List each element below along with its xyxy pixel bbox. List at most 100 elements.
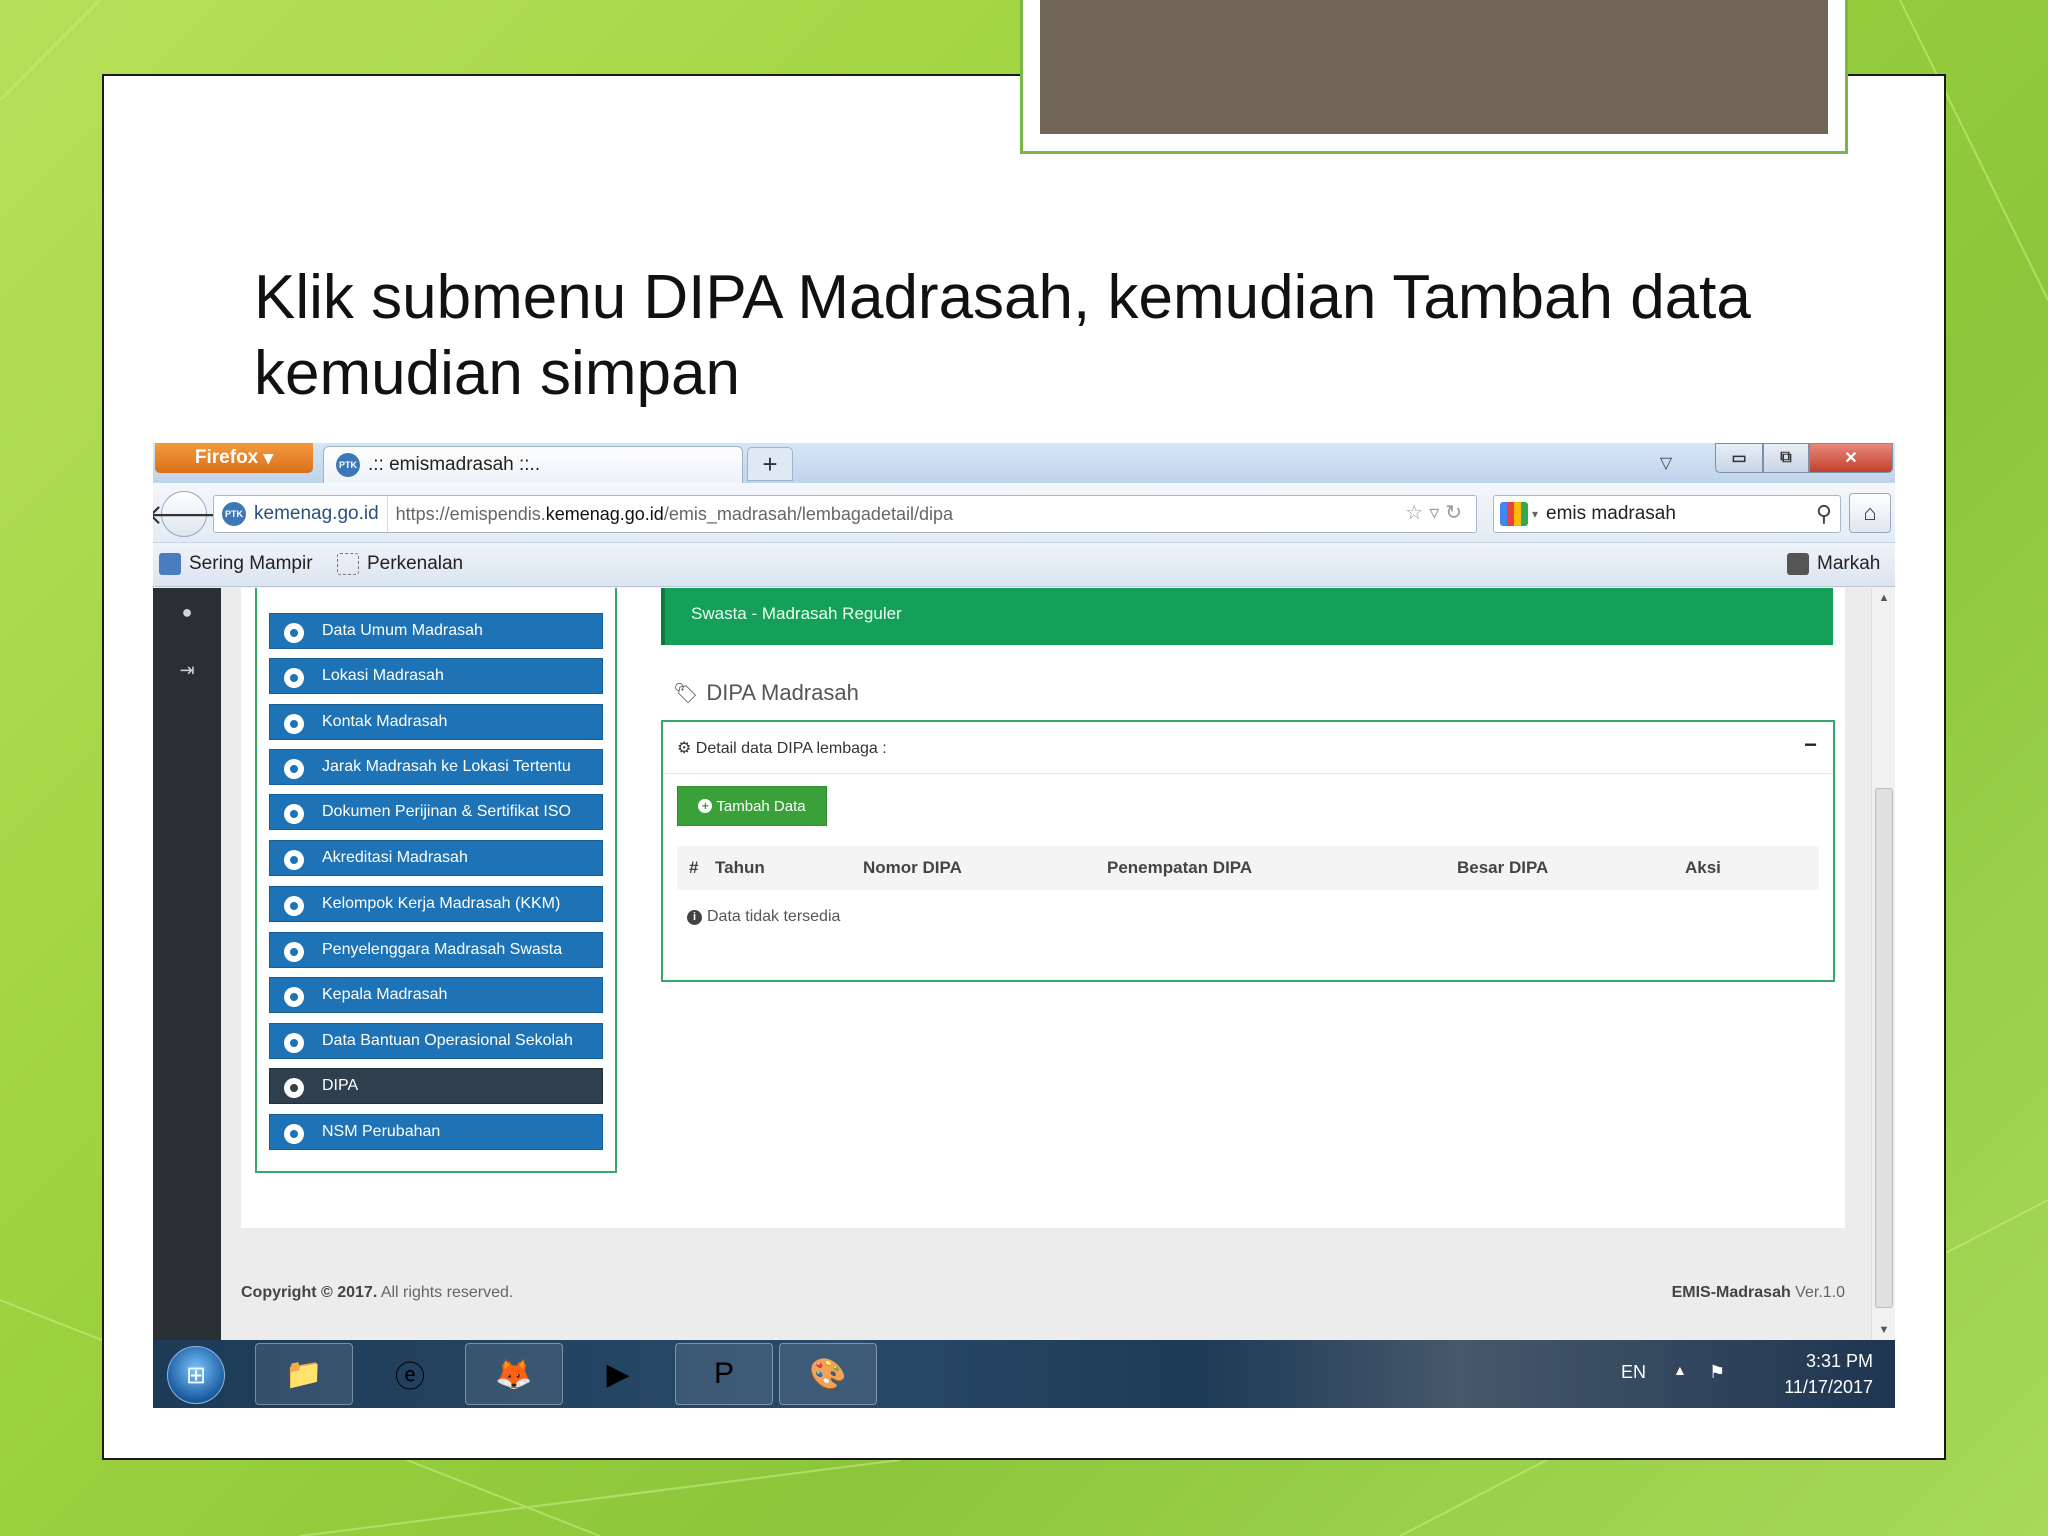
submenu-dokumen-perijinan[interactable]: Dokumen Perijinan & Sertifikat ISO bbox=[269, 794, 603, 830]
site-identity[interactable]: PTK kemenag.go.id bbox=[214, 496, 388, 532]
submenu-jarak-madrasah[interactable]: Jarak Madrasah ke Lokasi Tertentu bbox=[269, 749, 603, 785]
submenu-kepala-madrasah[interactable]: Kepala Madrasah bbox=[269, 977, 603, 1013]
bullet-icon bbox=[284, 759, 304, 779]
menu-label: Lokasi Madrasah bbox=[322, 667, 444, 684]
bookmark-sering-mampir[interactable]: Sering Mampir bbox=[159, 553, 313, 575]
bullet-icon bbox=[284, 1078, 304, 1098]
page-icon bbox=[337, 553, 359, 575]
submenu-data-umum-madrasah[interactable]: Data Umum Madrasah bbox=[269, 613, 603, 649]
search-icon[interactable]: ⚲ bbox=[1816, 501, 1832, 527]
submenu-nsm-perubahan[interactable]: NSM Perubahan bbox=[269, 1114, 603, 1150]
detail-header: ⚙ Detail data DIPA lembaga : − bbox=[663, 722, 1833, 774]
scroll-thumb[interactable] bbox=[1875, 788, 1893, 1308]
explorer-taskbar-icon[interactable]: 📁 bbox=[255, 1343, 353, 1405]
copyright-bold: Copyright © 2017. bbox=[241, 1284, 378, 1301]
col-nomor-dipa: Nomor DIPA bbox=[863, 858, 962, 877]
action-center-flag-icon[interactable]: ⚑ bbox=[1709, 1362, 1725, 1383]
bookmark-label: Perkenalan bbox=[367, 553, 464, 574]
bookmark-label: Sering Mampir bbox=[189, 553, 313, 574]
tab-bar: Firefox ▾ PTK .:: emismadrasah ::.. + ▽ … bbox=[153, 443, 1895, 483]
status-banner: Swasta - Madrasah Reguler bbox=[661, 588, 1833, 645]
paint-taskbar-icon[interactable]: 🎨 bbox=[779, 1343, 877, 1405]
start-button-icon[interactable]: ⊞ bbox=[167, 1346, 225, 1404]
copyright-rest: All rights reserved. bbox=[377, 1284, 514, 1301]
url-text[interactable]: https://emispendis.kemenag.go.id/emis_ma… bbox=[388, 504, 953, 525]
url-path: /emis_madrasah/lembagadetail/dipa bbox=[663, 503, 953, 524]
col-besar-dipa: Besar DIPA bbox=[1457, 858, 1549, 877]
menu-label: Jarak Madrasah ke Lokasi Tertentu bbox=[322, 758, 571, 775]
submenu-akreditasi-madrasah[interactable]: Akreditasi Madrasah bbox=[269, 840, 603, 876]
navigation-bar: 🡐 PTK kemenag.go.id https://emispendis.k… bbox=[153, 483, 1895, 543]
submenu-penyelenggara[interactable]: Penyelenggara Madrasah Swasta bbox=[269, 932, 603, 968]
menu-label: Data Bantuan Operasional Sekolah bbox=[322, 1032, 573, 1049]
tray-expand-icon[interactable]: ▲ bbox=[1673, 1362, 1687, 1378]
left-sidebar-rail: ● ⇥ bbox=[153, 588, 221, 1340]
menu-label: Data Umum Madrasah bbox=[322, 622, 483, 639]
url-domain: kemenag.go.id bbox=[545, 503, 664, 524]
powerpoint-taskbar-icon[interactable]: P bbox=[675, 1343, 773, 1405]
empty-message: Data tidak tersedia bbox=[707, 908, 841, 925]
google-logo-icon[interactable] bbox=[1500, 502, 1528, 526]
search-input[interactable]: emis madrasah bbox=[1546, 503, 1676, 525]
submenu-dipa[interactable]: DIPA bbox=[269, 1068, 603, 1104]
bullet-icon bbox=[284, 804, 304, 824]
firefox-taskbar-icon[interactable]: 🦊 bbox=[465, 1343, 563, 1405]
bookmark-perkenalan[interactable]: Perkenalan bbox=[337, 553, 463, 575]
bookmark-star-icon[interactable]: ☆▿↻ bbox=[1405, 500, 1468, 525]
url-bar[interactable]: PTK kemenag.go.id https://emispendis.kem… bbox=[213, 495, 1477, 533]
app-version: Ver.1.0 bbox=[1790, 1284, 1845, 1301]
tab-title: .:: emismadrasah ::.. bbox=[368, 454, 541, 475]
info-icon: i bbox=[687, 909, 702, 925]
submenu-kkm[interactable]: Kelompok Kerja Madrasah (KKM) bbox=[269, 886, 603, 922]
bullet-icon bbox=[284, 896, 304, 916]
home-icon[interactable]: ⌂ bbox=[1849, 493, 1891, 533]
identity-label: kemenag.go.id bbox=[254, 503, 379, 524]
plus-circle-icon: + bbox=[698, 799, 713, 813]
scroll-down-icon[interactable]: ▼ bbox=[1872, 1320, 1895, 1340]
user-icon[interactable]: ● bbox=[175, 600, 199, 624]
menu-label: Akreditasi Madrasah bbox=[322, 849, 468, 866]
add-button-label: Tambah Data bbox=[716, 797, 806, 815]
bullet-icon bbox=[284, 1124, 304, 1144]
tab-list-icon[interactable]: ▽ bbox=[1651, 449, 1681, 477]
page-scrollbar[interactable]: ▲ ▼ bbox=[1871, 588, 1895, 1340]
taskbar-clock[interactable]: 3:31 PM 11/17/2017 bbox=[1753, 1348, 1873, 1400]
empty-table-row: i Data tidak tersedia bbox=[687, 908, 840, 926]
version-text: EMIS-Madrasah Ver.1.0 bbox=[1672, 1284, 1845, 1302]
menu-label: Penyelenggara Madrasah Swasta bbox=[322, 941, 563, 958]
submenu-lokasi-madrasah[interactable]: Lokasi Madrasah bbox=[269, 658, 603, 694]
close-window-button[interactable]: ✕ bbox=[1809, 443, 1893, 473]
app-name: EMIS-Madrasah bbox=[1671, 1284, 1791, 1301]
browser-screenshot: Firefox ▾ PTK .:: emismadrasah ::.. + ▽ … bbox=[153, 443, 1895, 1408]
clock-date: 11/17/2017 bbox=[1784, 1377, 1873, 1397]
menu-label: NSM Perubahan bbox=[322, 1123, 441, 1140]
tambah-data-button[interactable]: + Tambah Data bbox=[677, 786, 827, 826]
bookmarks-menu-label: Markah bbox=[1817, 553, 1881, 574]
menu-label: Kontak Madrasah bbox=[322, 713, 448, 730]
menu-label: Kelompok Kerja Madrasah (KKM) bbox=[322, 895, 561, 912]
language-indicator[interactable]: EN bbox=[1621, 1362, 1646, 1383]
firefox-menu-button[interactable]: Firefox ▾ bbox=[155, 443, 313, 473]
maximize-button[interactable]: ⧉ bbox=[1763, 443, 1809, 473]
media-player-taskbar-icon[interactable]: ▶ bbox=[569, 1343, 667, 1405]
minimize-button[interactable]: ▭ bbox=[1715, 443, 1763, 473]
bullet-icon bbox=[284, 850, 304, 870]
search-bar[interactable]: ▾ emis madrasah ⚲ bbox=[1493, 495, 1841, 533]
url-prefix: https://emispendis. bbox=[395, 503, 546, 524]
submenu-kontak-madrasah[interactable]: Kontak Madrasah bbox=[269, 704, 603, 740]
bookmarks-menu-button[interactable]: Markah bbox=[1787, 553, 1880, 575]
logout-icon[interactable]: ⇥ bbox=[175, 658, 199, 682]
dipa-detail-box: ⚙ Detail data DIPA lembaga : − + Tambah … bbox=[661, 720, 1835, 982]
firefox-label: Firefox bbox=[194, 447, 259, 468]
menu-label: DIPA bbox=[322, 1077, 359, 1094]
back-arrow-icon[interactable]: 🡐 bbox=[153, 491, 222, 537]
section-title-text: DIPA Madrasah bbox=[706, 680, 859, 705]
scroll-up-icon[interactable]: ▲ bbox=[1872, 588, 1895, 608]
ie-taskbar-icon[interactable]: ⓔ bbox=[361, 1343, 459, 1405]
submenu-data-bos[interactable]: Data Bantuan Operasional Sekolah bbox=[269, 1023, 603, 1059]
search-engine-dropdown-icon[interactable]: ▾ bbox=[1532, 507, 1538, 521]
browser-tab-active[interactable]: PTK .:: emismadrasah ::.. bbox=[323, 446, 743, 483]
collapse-icon[interactable]: − bbox=[1804, 732, 1817, 758]
new-tab-button[interactable]: + bbox=[747, 447, 793, 481]
bookmarks-star-icon bbox=[1787, 553, 1809, 575]
